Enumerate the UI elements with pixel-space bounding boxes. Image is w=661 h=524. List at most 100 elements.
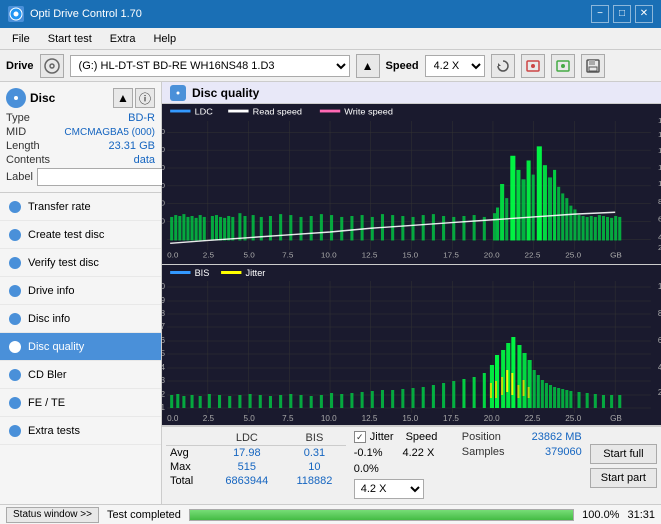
status-window-button[interactable]: Status window >>: [6, 507, 99, 523]
media-icon-1[interactable]: [521, 54, 545, 78]
save-icon[interactable]: [581, 54, 605, 78]
disc-info-icon2[interactable]: ⓘ: [135, 88, 155, 108]
svg-text:2.5: 2.5: [203, 251, 215, 260]
disc-quality-icon: [170, 85, 186, 101]
label-input[interactable]: [37, 168, 175, 186]
svg-text:1: 1: [162, 403, 166, 412]
disc-length-value: 23.31 GB: [109, 140, 155, 152]
progress-label: 100.0%: [582, 509, 619, 521]
transfer-rate-icon: [8, 200, 22, 214]
svg-text:0.0: 0.0: [167, 251, 179, 260]
drive-label: Drive: [6, 60, 34, 72]
drive-select[interactable]: (G:) HL-DT-ST BD-RE WH16NS48 1.D3: [70, 55, 350, 77]
sidebar-label-verify-test-disc: Verify test disc: [28, 257, 99, 269]
svg-text:6: 6: [162, 336, 166, 345]
avg-speed-value: 4.22 X: [403, 447, 435, 459]
sidebar-item-drive-info[interactable]: Drive info: [0, 277, 161, 305]
svg-text:22.5: 22.5: [525, 251, 541, 260]
svg-text:10.0: 10.0: [321, 414, 337, 423]
app-icon: [8, 6, 24, 22]
stats-table-area: LDC BIS Avg 17.98 0.31 Max 515: [166, 431, 346, 500]
stats-total-ldc: 6863944: [211, 474, 284, 488]
jitter-speed-area: ✓ Jitter Speed -0.1% 4.22 X 0.0% 4.2 X: [354, 431, 454, 500]
jitter-label: Jitter: [370, 431, 394, 443]
stats-total-label: Total: [166, 474, 211, 488]
stats-col-bis: BIS: [283, 431, 346, 446]
bis-chart-svg: BIS Jitter: [162, 265, 661, 425]
speed-select[interactable]: 4.2 X: [425, 55, 485, 77]
disc-info-panel: Disc ▲ ⓘ Type BD-R MID CMCMAGBA5 (000) L…: [0, 82, 161, 193]
position-label: Position: [462, 431, 501, 443]
fe-te-icon: [8, 396, 22, 410]
position-area: Position 23862 MB Samples 379060: [462, 431, 582, 500]
svg-text:2: 2: [162, 390, 166, 399]
menu-file[interactable]: File: [4, 29, 38, 49]
sidebar-item-create-test-disc[interactable]: Create test disc: [0, 221, 161, 249]
sidebar-item-disc-info[interactable]: Disc info: [0, 305, 161, 333]
progress-bar-fill: [190, 510, 573, 520]
sidebar-label-create-test-disc: Create test disc: [28, 229, 104, 241]
max-jitter-value: 0.0%: [354, 463, 379, 475]
progress-bar-container: [189, 509, 574, 521]
svg-text:10: 10: [162, 282, 166, 291]
svg-text:5: 5: [162, 349, 166, 358]
chart-area: Disc quality LDC Read speed Write speed: [162, 82, 661, 504]
drive-info-icon: [8, 284, 22, 298]
jitter-checkbox[interactable]: ✓: [354, 431, 366, 443]
sidebar-item-extra-tests[interactable]: Extra tests: [0, 417, 161, 445]
menu-extra[interactable]: Extra: [102, 29, 144, 49]
svg-text:7: 7: [162, 322, 166, 331]
speed-select-bottom[interactable]: 4.2 X: [354, 479, 424, 499]
sidebar-item-fe-te[interactable]: FE / TE: [0, 389, 161, 417]
svg-text:GB: GB: [610, 251, 622, 260]
disc-panel-title: Disc: [30, 91, 55, 105]
samples-row: Samples 379060: [462, 446, 582, 458]
maximize-button[interactable]: □: [613, 5, 631, 23]
sidebar-item-disc-quality[interactable]: Disc quality: [0, 333, 161, 361]
cd-bler-icon: [8, 368, 22, 382]
svg-text:12.5: 12.5: [362, 414, 378, 423]
start-full-button[interactable]: Start full: [590, 444, 657, 464]
media-icon-2[interactable]: [551, 54, 575, 78]
sidebar: Disc ▲ ⓘ Type BD-R MID CMCMAGBA5 (000) L…: [0, 82, 162, 504]
samples-label: Samples: [462, 446, 505, 458]
disc-contents-value: data: [134, 154, 155, 166]
create-test-disc-icon: [8, 228, 22, 242]
avg-jitter-value: -0.1%: [354, 447, 383, 459]
refresh-icon[interactable]: [491, 54, 515, 78]
svg-text:LDC: LDC: [195, 107, 214, 117]
minimize-button[interactable]: −: [591, 5, 609, 23]
sidebar-item-transfer-rate[interactable]: Transfer rate: [0, 193, 161, 221]
svg-text:3: 3: [162, 376, 166, 385]
eject-button[interactable]: ▲: [356, 54, 380, 78]
disc-contents-row: Contents data: [6, 154, 155, 166]
disc-quality-header: Disc quality: [162, 82, 661, 104]
main-content: Disc ▲ ⓘ Type BD-R MID CMCMAGBA5 (000) L…: [0, 82, 661, 504]
sidebar-label-transfer-rate: Transfer rate: [28, 201, 91, 213]
close-button[interactable]: ✕: [635, 5, 653, 23]
disc-quality-title: Disc quality: [192, 86, 259, 100]
speed-label-stat: Speed: [406, 431, 438, 443]
menu-help[interactable]: Help: [145, 29, 184, 49]
sidebar-item-cd-bler[interactable]: CD Bler: [0, 361, 161, 389]
sidebar-label-cd-bler: CD Bler: [28, 369, 67, 381]
position-value: 23862 MB: [532, 431, 582, 443]
menu-start-test[interactable]: Start test: [40, 29, 100, 49]
disc-info-nav-icon: [8, 312, 22, 326]
stats-avg-label: Avg: [166, 446, 211, 461]
disc-length-row: Length 23.31 GB: [6, 140, 155, 152]
stats-col-ldc: LDC: [211, 431, 284, 446]
stats-max-ldc: 515: [211, 460, 284, 474]
svg-text:20.0: 20.0: [484, 414, 500, 423]
stats-row-total: Total 6863944 118882: [166, 474, 346, 488]
disc-eject-icon[interactable]: ▲: [113, 88, 133, 108]
svg-text:2.5: 2.5: [203, 414, 215, 423]
start-part-button[interactable]: Start part: [590, 468, 657, 488]
sidebar-item-verify-test-disc[interactable]: Verify test disc: [0, 249, 161, 277]
sidebar-nav: Transfer rate Create test disc Verify te…: [0, 193, 161, 445]
svg-text:Write speed: Write speed: [344, 107, 393, 117]
drive-cd-icon: [40, 54, 64, 78]
bis-chart: BIS Jitter: [162, 265, 661, 426]
sidebar-label-disc-info: Disc info: [28, 313, 70, 325]
svg-text:BIS: BIS: [195, 268, 210, 278]
